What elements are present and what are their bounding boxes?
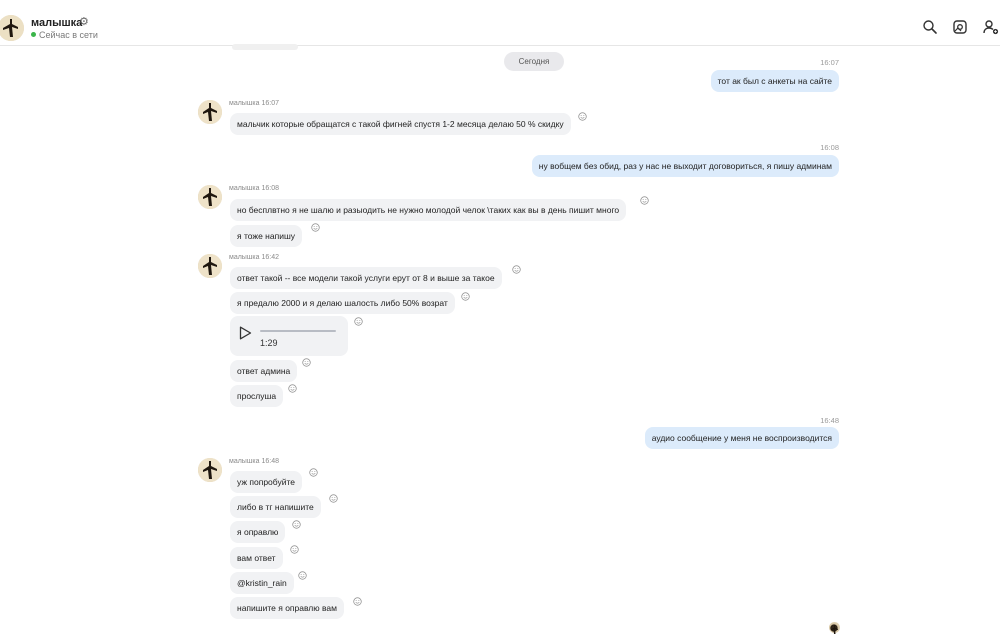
reaction-smiley-icon[interactable] bbox=[292, 520, 301, 529]
message-time: 16:48 bbox=[820, 416, 839, 425]
incoming-message[interactable]: @kristin_rain bbox=[230, 572, 294, 594]
contact-avatar[interactable] bbox=[0, 15, 24, 41]
outgoing-message[interactable]: тот ак был с анкеты на сайте bbox=[710, 70, 839, 92]
incoming-message[interactable]: мальчик которые обращатся с такой фигней… bbox=[230, 113, 571, 135]
reaction-smiley-icon[interactable] bbox=[298, 571, 307, 580]
message-time: 16:07 bbox=[820, 58, 839, 67]
search-icon[interactable] bbox=[922, 19, 938, 35]
previous-message-fragment bbox=[232, 44, 298, 50]
avatar-silhouette-icon bbox=[831, 625, 838, 634]
reaction-smiley-icon[interactable] bbox=[329, 494, 338, 503]
incoming-message[interactable]: ответ админа bbox=[230, 360, 298, 382]
reaction-smiley-icon[interactable] bbox=[311, 223, 320, 232]
sender-name-time: малышка 16:07 bbox=[229, 100, 280, 107]
play-icon[interactable] bbox=[239, 326, 252, 340]
sender-avatar[interactable] bbox=[198, 185, 222, 209]
settings-gear-icon[interactable]: ⚙ bbox=[79, 15, 89, 28]
outgoing-message[interactable]: ну вобщем без обид, раз у нас не выходит… bbox=[531, 155, 839, 177]
sender-avatar[interactable] bbox=[198, 458, 222, 482]
reaction-smiley-icon[interactable] bbox=[578, 112, 587, 121]
reaction-smiley-icon[interactable] bbox=[302, 358, 311, 367]
voice-message[interactable]: 1:29 bbox=[230, 316, 348, 356]
avatar-silhouette-icon bbox=[198, 254, 222, 278]
incoming-message[interactable]: я оправлю bbox=[230, 521, 286, 543]
incoming-message[interactable]: уж попробуйте bbox=[230, 471, 302, 493]
incoming-message[interactable]: я тоже напишу bbox=[230, 225, 303, 247]
avatar-silhouette-icon bbox=[0, 15, 24, 41]
avatar-silhouette-icon bbox=[198, 100, 222, 124]
gallery-icon[interactable] bbox=[952, 19, 968, 35]
outgoing-message[interactable]: аудио сообщение у меня не воспроизводитс… bbox=[644, 427, 839, 449]
reaction-smiley-icon[interactable] bbox=[288, 384, 297, 393]
chat-header: малышка ⚙ Сейчас в сети bbox=[0, 0, 1000, 46]
status-text: Сейчас в сети bbox=[39, 30, 98, 40]
reaction-smiley-icon[interactable] bbox=[309, 468, 318, 477]
reaction-smiley-icon[interactable] bbox=[640, 196, 649, 205]
incoming-message[interactable]: но бесплвтно я не шалю и разыодить не ну… bbox=[230, 199, 627, 221]
audio-waveform[interactable] bbox=[260, 330, 336, 332]
read-receipt-avatar bbox=[829, 622, 840, 634]
reaction-smiley-icon[interactable] bbox=[353, 597, 362, 606]
incoming-message[interactable]: напишите я оправлю вам bbox=[230, 597, 344, 619]
date-separator: Сегодня bbox=[504, 52, 564, 71]
sender-name-time: малышка 16:48 bbox=[229, 458, 280, 465]
incoming-message[interactable]: либо в тг напишите bbox=[230, 496, 321, 518]
reaction-smiley-icon[interactable] bbox=[512, 265, 521, 274]
sender-name-time: малышка 16:08 bbox=[229, 185, 280, 192]
avatar-silhouette-icon bbox=[198, 458, 222, 482]
incoming-message[interactable]: прослуша bbox=[230, 385, 284, 407]
sender-name-time: малышка 16:42 bbox=[229, 254, 280, 261]
audio-duration: 1:29 bbox=[260, 338, 278, 348]
online-status: Сейчас в сети bbox=[31, 30, 98, 40]
incoming-message[interactable]: вам ответ bbox=[230, 547, 283, 569]
sender-avatar[interactable] bbox=[198, 100, 222, 124]
sender-avatar[interactable] bbox=[198, 254, 222, 278]
contact-name[interactable]: малышка bbox=[31, 17, 82, 29]
message-time: 16:08 bbox=[820, 143, 839, 152]
avatar-silhouette-icon bbox=[198, 185, 222, 209]
incoming-message[interactable]: ответ такой -- все модели такой услуги е… bbox=[230, 267, 502, 289]
online-dot-icon bbox=[31, 32, 36, 37]
reaction-smiley-icon[interactable] bbox=[290, 545, 299, 554]
add-user-icon[interactable] bbox=[983, 19, 999, 35]
incoming-message[interactable]: я предалю 2000 и я делаю шалость либо 50… bbox=[230, 292, 455, 314]
reaction-smiley-icon[interactable] bbox=[461, 292, 470, 301]
reaction-smiley-icon[interactable] bbox=[354, 317, 363, 326]
